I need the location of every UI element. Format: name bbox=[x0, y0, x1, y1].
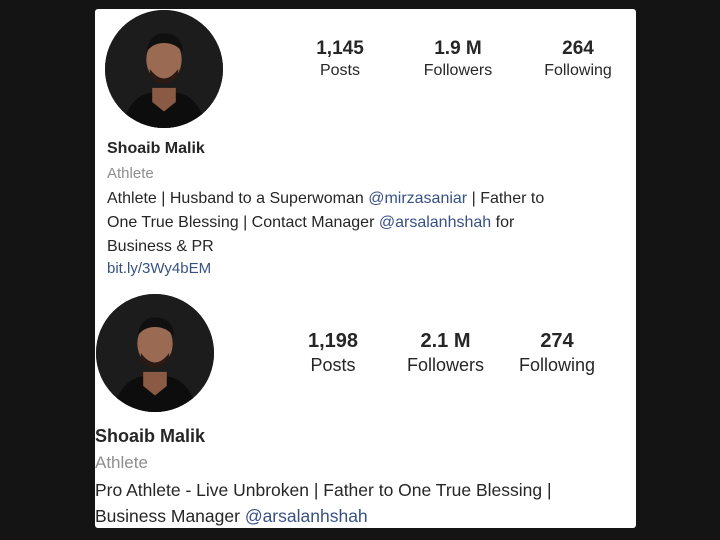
posts-stat[interactable]: 1,198 Posts bbox=[293, 329, 373, 377]
screenshot-collage: 1,145 Posts 1.9 M Followers 264 Followin… bbox=[95, 9, 636, 528]
profile-name: Shoaib Malik bbox=[107, 140, 205, 157]
profile-photo bbox=[96, 294, 214, 412]
bio-line: Pro Athlete - Live Unbroken | Father to … bbox=[95, 480, 552, 500]
bio-text: Business Manager bbox=[95, 506, 245, 526]
posts-count: 1,145 bbox=[316, 38, 364, 59]
profile-category: Athlete bbox=[95, 453, 148, 472]
profile-bio: Pro Athlete - Live Unbroken | Father to … bbox=[95, 477, 552, 528]
followers-stat[interactable]: 2.1 M Followers bbox=[398, 329, 493, 377]
posts-label: Posts bbox=[310, 355, 356, 375]
followers-label: Followers bbox=[423, 62, 493, 79]
profile-bio: Athlete | Husband to a Superwoman @mirza… bbox=[107, 187, 544, 259]
profile-photo bbox=[105, 10, 223, 128]
mention-link[interactable]: @arsalanhshah bbox=[245, 506, 368, 526]
bio-link[interactable]: bit.ly/3Wy4bEM bbox=[107, 260, 211, 277]
bio-line: Business Manager @arsalanhshah bbox=[95, 503, 552, 528]
following-count: 264 bbox=[562, 38, 594, 59]
following-count: 274 bbox=[540, 330, 574, 352]
posts-label: Posts bbox=[319, 62, 360, 79]
avatar[interactable] bbox=[96, 294, 214, 412]
posts-stat[interactable]: 1,145 Posts bbox=[300, 38, 380, 82]
bio-text: for bbox=[491, 214, 515, 231]
profile-name: Shoaib Malik bbox=[95, 426, 206, 446]
bio-text: One True Blessing | Contact Manager bbox=[107, 214, 379, 231]
bio-line: Athlete | Husband to a Superwoman @mirza… bbox=[107, 187, 544, 211]
following-stat[interactable]: 274 Following bbox=[512, 329, 602, 377]
posts-count: 1,198 bbox=[307, 330, 359, 352]
following-stat[interactable]: 264 Following bbox=[533, 38, 623, 82]
mention-link[interactable]: @mirzasaniar bbox=[368, 190, 467, 207]
followers-count: 1.9 M bbox=[434, 38, 482, 59]
bio-line: Business & PR bbox=[107, 238, 214, 255]
avatar[interactable] bbox=[105, 10, 223, 128]
profile-category: Athlete bbox=[107, 165, 154, 182]
following-label: Following bbox=[544, 62, 612, 79]
bio-text: | Father to bbox=[467, 190, 545, 207]
followers-label: Followers bbox=[406, 355, 485, 375]
bio-line: One True Blessing | Contact Manager @ars… bbox=[107, 211, 544, 235]
mention-link[interactable]: @arsalanhshah bbox=[379, 214, 491, 231]
bio-text: Athlete | Husband to a Superwoman bbox=[107, 190, 369, 207]
following-label: Following bbox=[518, 355, 596, 375]
followers-count: 2.1 M bbox=[420, 330, 471, 352]
followers-stat[interactable]: 1.9 M Followers bbox=[413, 38, 503, 82]
